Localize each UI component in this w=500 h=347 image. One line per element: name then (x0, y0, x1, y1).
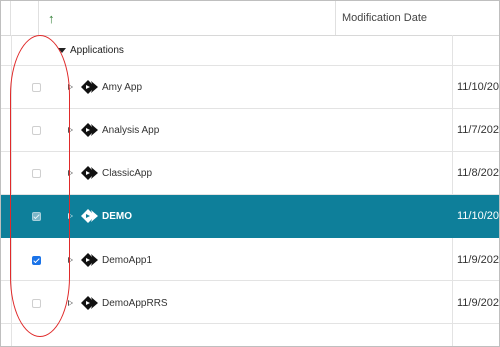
table-row-selected[interactable]: DEMO 11/10/20 (1, 195, 499, 238)
modification-date: 11/9/202 (457, 254, 500, 266)
row-checkbox[interactable] (32, 256, 41, 265)
app-name[interactable]: Amy App (102, 82, 142, 93)
table-row[interactable]: Analysis App 11/7/202 (1, 109, 499, 152)
application-grid: ↑ Modification Date Applications Amy App… (0, 0, 500, 347)
sort-column-header[interactable]: ↑ (39, 1, 336, 35)
app-diamond-icon (81, 296, 98, 310)
table-row[interactable]: DemoAppRRS 11/9/202 (1, 281, 499, 324)
expand-arrow-icon[interactable] (68, 127, 73, 133)
collapse-caret-icon[interactable] (58, 48, 66, 53)
app-name[interactable]: Analysis App (102, 125, 159, 136)
app-diamond-icon (81, 80, 98, 94)
app-name[interactable]: DemoAppRRS (102, 298, 168, 309)
modification-date: 11/10/20 (457, 81, 500, 93)
modification-date: 11/8/202 (457, 167, 500, 179)
app-diamond-icon (81, 166, 98, 180)
expand-arrow-icon[interactable] (68, 84, 73, 90)
modification-date: 11/7/202 (457, 124, 500, 136)
expand-arrow-icon[interactable] (68, 170, 73, 176)
header-gutter (1, 1, 11, 35)
app-name[interactable]: DEMO (102, 211, 132, 222)
table-row[interactable]: ClassicApp 11/8/202 (1, 152, 499, 195)
modification-date-column-header[interactable]: Modification Date (336, 1, 499, 35)
row-checkbox[interactable] (32, 169, 41, 178)
modification-date: 11/10/20 (457, 210, 500, 222)
app-diamond-icon (81, 209, 98, 223)
modification-date-header-label: Modification Date (342, 12, 427, 24)
row-checkbox[interactable] (32, 126, 41, 135)
group-row-applications[interactable]: Applications (1, 36, 499, 66)
expand-arrow-icon[interactable] (68, 213, 73, 219)
expand-arrow-icon[interactable] (68, 300, 73, 306)
row-checkbox[interactable] (32, 299, 41, 308)
row-checkbox[interactable] (32, 212, 41, 221)
sort-ascending-icon[interactable]: ↑ (48, 11, 55, 26)
app-diamond-icon (81, 123, 98, 137)
app-name[interactable]: DemoApp1 (102, 255, 152, 266)
modification-date: 11/9/202 (457, 297, 500, 309)
expand-arrow-icon[interactable] (68, 257, 73, 263)
header-checkbox-column[interactable] (11, 1, 39, 35)
grid-header: ↑ Modification Date (1, 1, 499, 36)
app-diamond-icon (81, 253, 98, 267)
table-row[interactable]: Amy App 11/10/20 (1, 66, 499, 109)
app-name[interactable]: ClassicApp (102, 168, 152, 179)
table-row[interactable]: DemoApp1 11/9/202 (1, 238, 499, 281)
group-label: Applications (70, 45, 124, 56)
row-checkbox[interactable] (32, 83, 41, 92)
